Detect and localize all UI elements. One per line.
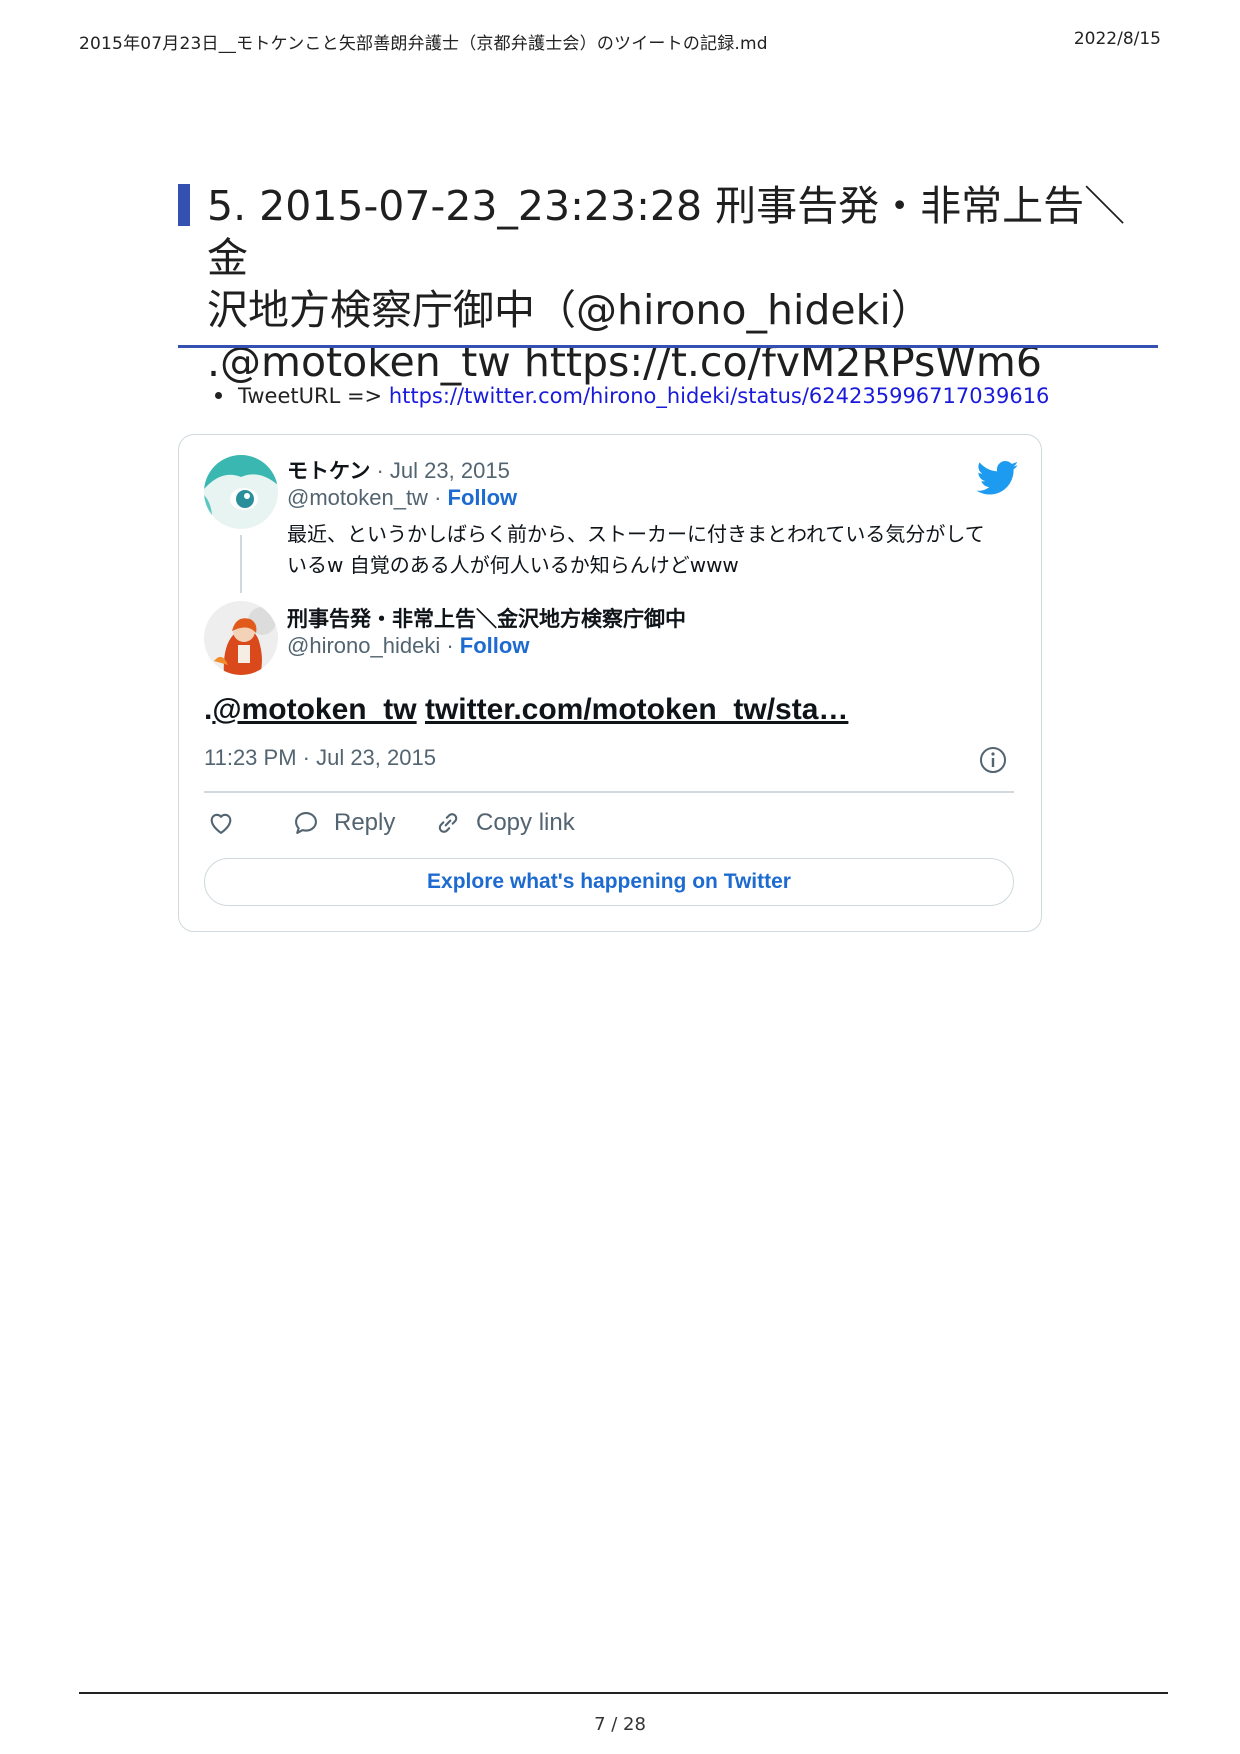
quoted-text-line-1: 最近、というかしばらく前から、ストーカーに付きまとわれている気分がして xyxy=(287,522,985,546)
heart-icon xyxy=(210,813,232,834)
footer-rule xyxy=(79,1692,1168,1694)
link-icon xyxy=(438,813,458,833)
like-button[interactable] xyxy=(207,809,249,837)
heading-line-2: 沢地方検察庁御中（@hirono_hideki） xyxy=(207,286,932,334)
tweet-url-label: TweetURL => xyxy=(238,384,389,408)
quoted-tweet-link[interactable]: twitter.com/motoken_tw/sta… xyxy=(425,693,848,726)
tweet-url-link[interactable]: https://twitter.com/hirono_hideki/status… xyxy=(389,384,1050,408)
page-number: 7 / 28 xyxy=(594,1714,646,1735)
tweet-timestamp[interactable]: 11:23 PM · Jul 23, 2015 xyxy=(204,745,436,771)
copy-link-button[interactable]: Copy link xyxy=(434,809,575,837)
document-filename: 2015年07月23日__モトケンこと矢部善朗弁護士（京都弁護士会）のツイートの… xyxy=(79,34,768,54)
quoted-date[interactable]: · Jul 23, 2015 xyxy=(370,458,509,483)
quoted-author-line: モトケン · Jul 23, 2015 xyxy=(287,455,510,485)
quoted-tweet-text: 最近、というかしばらく前から、ストーカーに付きまとわれている気分がして いるw … xyxy=(287,519,1007,581)
tweet-url-item: TweetURL => https://twitter.com/hirono_h… xyxy=(215,384,1049,408)
reply-bubble-icon xyxy=(295,812,317,834)
action-divider xyxy=(204,791,1014,793)
copy-link-label: Copy link xyxy=(476,809,575,836)
follow-quoted-button[interactable]: Follow xyxy=(448,485,518,510)
reply-label: Reply xyxy=(334,809,396,836)
info-icon[interactable] xyxy=(978,745,1008,775)
heading-underline xyxy=(178,345,1158,348)
section-heading: 5. 2015-07-23_23:23:28 刑事告発・非常上告＼金 沢地方検察… xyxy=(178,180,1158,388)
embedded-tweet-card[interactable]: モトケン · Jul 23, 2015 @motoken_tw · Follow… xyxy=(178,434,1042,932)
separator: · xyxy=(427,485,448,510)
print-date: 2022/8/15 xyxy=(1073,29,1161,49)
author-name[interactable]: 刑事告発・非常上告＼金沢地方検察庁御中 xyxy=(287,607,686,631)
mention-link[interactable]: @motoken_tw xyxy=(212,693,416,726)
separator: · xyxy=(440,633,460,658)
author-handle[interactable]: @hirono_hideki xyxy=(287,633,440,658)
author-handle-line: @hirono_hideki · Follow xyxy=(287,633,529,659)
twitter-bird-icon[interactable] xyxy=(977,457,1019,499)
tweet-body: .@motoken_tw twitter.com/motoken_tw/sta… xyxy=(204,693,848,727)
quoted-user-avatar[interactable] xyxy=(204,455,278,529)
author-avatar[interactable] xyxy=(204,601,278,675)
author-name-line: 刑事告発・非常上告＼金沢地方検察庁御中 xyxy=(287,603,686,633)
bullet-dot xyxy=(215,391,222,399)
follow-author-button[interactable]: Follow xyxy=(460,633,530,658)
heading-line-3: .@motoken_tw https://t.co/fvM2RPsWm6 xyxy=(207,338,1042,386)
quoted-handle[interactable]: @motoken_tw xyxy=(287,485,428,510)
quoted-author-name[interactable]: モトケン xyxy=(287,459,370,483)
heading-line-1: 5. 2015-07-23_23:23:28 刑事告発・非常上告＼金 xyxy=(207,182,1126,282)
quoted-text-line-2: いるw 自覚のある人が何人いるか知らんけどwww xyxy=(287,553,739,577)
thread-connector xyxy=(240,535,242,593)
explore-twitter-button[interactable]: Explore what's happening on Twitter xyxy=(204,858,1014,906)
reply-button[interactable]: Reply xyxy=(292,809,395,837)
quoted-handle-line: @motoken_tw · Follow xyxy=(287,485,517,511)
